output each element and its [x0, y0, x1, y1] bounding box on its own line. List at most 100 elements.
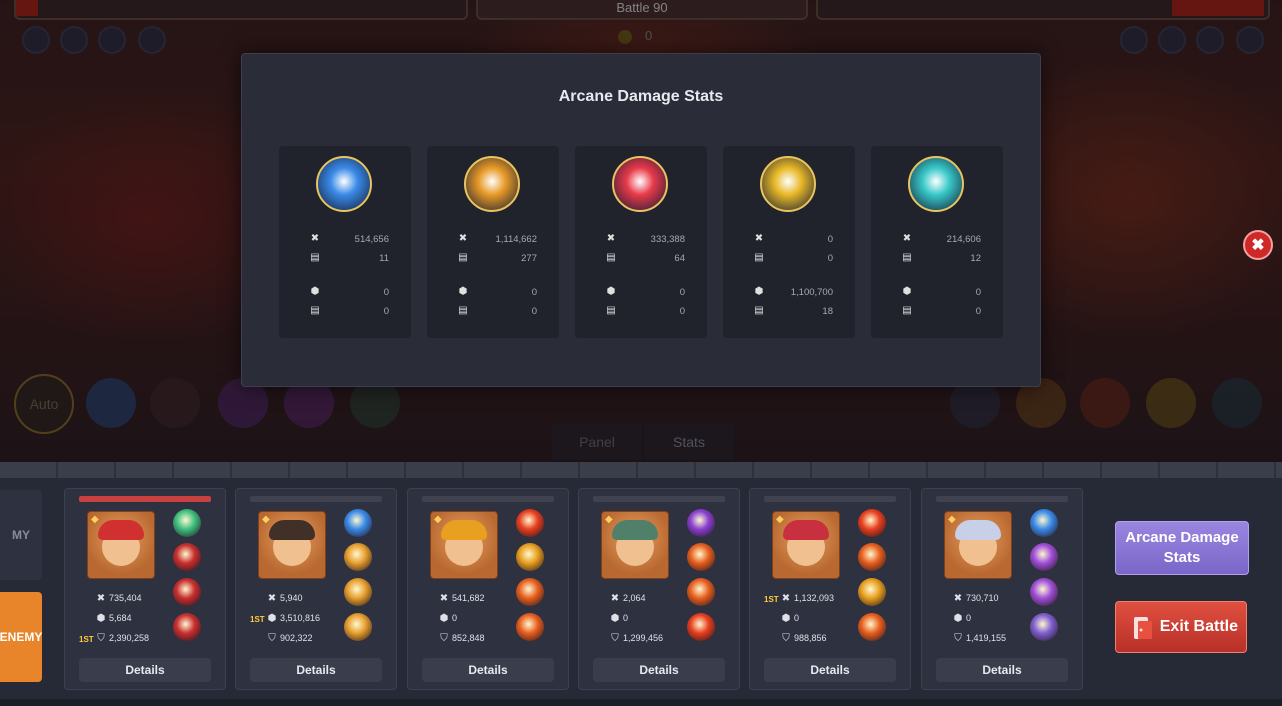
hits-row: ▤ 277 [457, 252, 537, 266]
auto-button[interactable]: Auto [14, 374, 74, 434]
count-icon: ▤ [902, 305, 912, 316]
skill-icon[interactable] [173, 543, 201, 571]
tab-panel[interactable]: Panel [552, 424, 642, 460]
tab-my[interactable]: MY [0, 490, 42, 580]
skill-icon[interactable] [1030, 613, 1058, 641]
hits-row: ▤ 0 [753, 252, 833, 266]
hero-stat-tank: ⛉ 1,419,155 [952, 633, 1006, 647]
skill-icon[interactable] [858, 543, 886, 571]
swords-icon: ✖ [902, 233, 912, 244]
hero-portrait[interactable]: ◆ [87, 511, 155, 579]
skill-icon[interactable] [344, 578, 372, 606]
skill-icon[interactable] [173, 613, 201, 641]
hero-portrait[interactable]: ◆ [258, 511, 326, 579]
skill-icon[interactable] [516, 509, 544, 537]
shield-hits-row: ▤ 0 [605, 305, 685, 319]
hits-row: ▤ 12 [901, 252, 981, 266]
hits-value: 277 [521, 253, 537, 264]
arcane-stat-card: ✖ 514,656 ▤ 11 ⬢ 0 ▤ 0 [279, 146, 411, 338]
ally-hp-fill [16, 0, 38, 16]
enemy-hp-bar [816, 0, 1270, 20]
frost-comet-icon [908, 156, 964, 212]
first-place-badge: 1ST [764, 595, 779, 604]
hero-portrait[interactable]: ◆ [944, 511, 1012, 579]
hero-stat-damage: ✖ 541,682 [438, 593, 485, 607]
tab-stats[interactable]: Stats [644, 424, 734, 460]
stat-value: 0 [623, 613, 629, 623]
stat-value: 2,064 [623, 593, 646, 603]
skill-orb-icon [1080, 378, 1130, 428]
exit-battle-button[interactable]: Exit Battle [1115, 601, 1247, 653]
skill-icon[interactable] [858, 613, 886, 641]
first-place-badge: 1ST [79, 635, 94, 644]
hero-portrait[interactable]: ◆ [601, 511, 669, 579]
arcane-stats-modal: Arcane Damage Stats ✖ 514,656 ▤ 11 ⬢ 0 ▤… [241, 53, 1041, 387]
arcane-damage-stats-button[interactable]: Arcane Damage Stats [1115, 521, 1249, 575]
shield-icon: ⛉ [782, 633, 790, 644]
damage-row: ✖ 0 [753, 233, 833, 247]
skill-icon[interactable] [344, 543, 372, 571]
hits-row: ▤ 11 [309, 252, 389, 266]
skill-icon[interactable] [858, 578, 886, 606]
hero-headgear [98, 520, 144, 540]
modal-title: Arcane Damage Stats [558, 88, 724, 105]
skill-icon[interactable] [687, 509, 715, 537]
skill-icon[interactable] [687, 613, 715, 641]
tab-enemy[interactable]: ENEMY [0, 592, 42, 682]
shield-row: ⬢ 0 [309, 286, 389, 300]
details-button[interactable]: Details [422, 658, 554, 682]
skill-icon[interactable] [516, 578, 544, 606]
rank-icon: ◆ [948, 514, 956, 525]
skill-icon[interactable] [173, 578, 201, 606]
swords-icon: ✖ [953, 593, 963, 604]
skill-icon[interactable] [173, 509, 201, 537]
heal-icon: ⬢ [610, 613, 620, 624]
skill-icon[interactable] [687, 543, 715, 571]
count-icon: ▤ [458, 305, 468, 316]
hero-portrait[interactable]: ◆ [430, 511, 498, 579]
swords-icon: ✖ [310, 233, 320, 244]
shield-row: ⬢ 1,100,700 [753, 286, 833, 300]
skill-icon[interactable] [1030, 509, 1058, 537]
close-icon[interactable]: ✖ [1243, 230, 1273, 260]
details-button[interactable]: Details [764, 658, 896, 682]
heal-icon: ⬢ [754, 286, 764, 297]
hero-card: ◆ ✖ 5,940 1ST ⬢ 3,510,816 ⛉ 902,322 Details [235, 488, 397, 690]
hero-portrait[interactable]: ◆ [772, 511, 840, 579]
details-button[interactable]: Details [79, 658, 211, 682]
swords-icon: ✖ [610, 593, 620, 604]
rank-icon: ◆ [776, 514, 784, 525]
skill-orb-icon [1212, 378, 1262, 428]
heal-icon: ⬢ [310, 286, 320, 297]
shield-hits-value: 0 [975, 306, 981, 317]
details-button[interactable]: Details [593, 658, 725, 682]
ally-buff-icon [22, 26, 50, 54]
hero-headgear [783, 520, 829, 540]
shield-hits-row: ▤ 0 [901, 305, 981, 319]
skill-icon[interactable] [1030, 578, 1058, 606]
heal-icon: ⬢ [953, 613, 963, 624]
hits-value: 11 [379, 253, 389, 264]
skill-icon[interactable] [344, 613, 372, 641]
hero-headgear [612, 520, 658, 540]
details-button[interactable]: Details [936, 658, 1068, 682]
damage-row: ✖ 214,606 [901, 233, 981, 247]
skill-icon[interactable] [687, 578, 715, 606]
heal-icon: ⬢ [439, 613, 449, 624]
skill-icon[interactable] [858, 509, 886, 537]
skill-icon[interactable] [516, 543, 544, 571]
shield-hits-value: 18 [822, 306, 833, 317]
stat-value: 541,682 [452, 593, 485, 603]
hero-card: ◆ 1ST ✖ 1,132,093 ⬢ 0 ⛉ 988,856 Details [749, 488, 911, 690]
heal-icon: ⬢ [781, 613, 791, 624]
details-button[interactable]: Details [250, 658, 382, 682]
skill-icon[interactable] [516, 613, 544, 641]
stat-value: 0 [452, 613, 458, 623]
hero-headgear [269, 520, 315, 540]
first-place-badge: 1ST [250, 615, 265, 624]
hero-stat-tank: ⛉ 2,390,258 [95, 633, 149, 647]
shield-row: ⬢ 0 [901, 286, 981, 300]
exit-door-icon [1134, 617, 1152, 639]
skill-icon[interactable] [1030, 543, 1058, 571]
skill-icon[interactable] [344, 509, 372, 537]
